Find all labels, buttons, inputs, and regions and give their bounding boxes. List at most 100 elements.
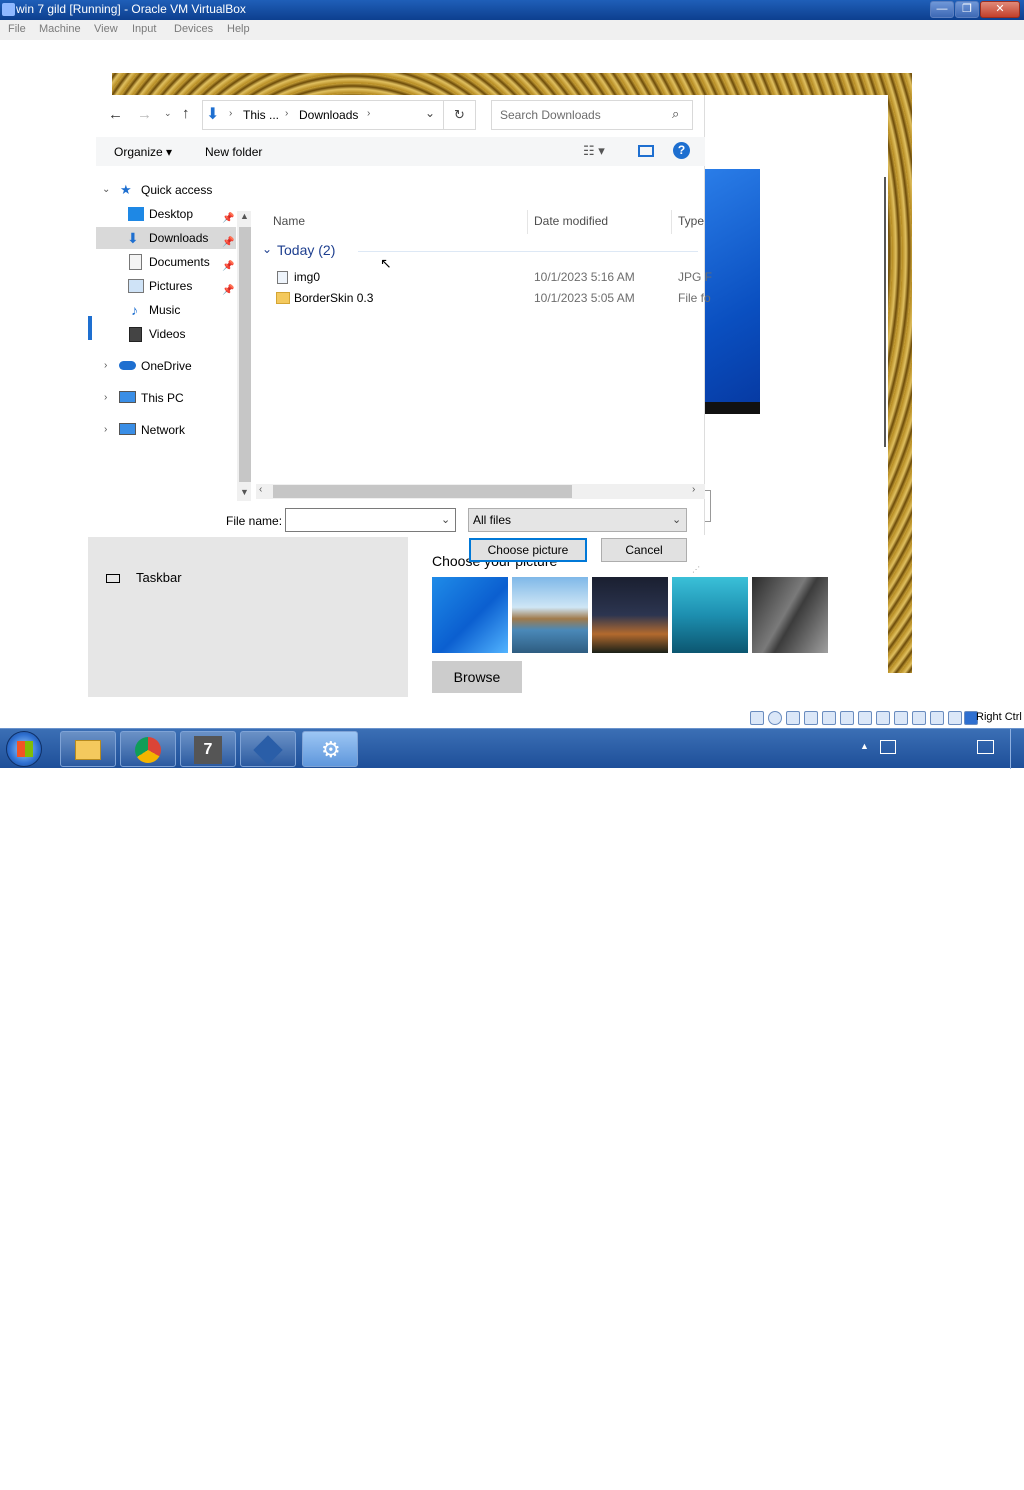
keyboard-icon[interactable] [948, 711, 962, 725]
scroll-right-icon[interactable]: › [692, 484, 695, 495]
nav-desktop[interactable]: Desktop 📌 [96, 203, 236, 225]
menu-input[interactable]: Input [132, 23, 156, 35]
settings-scrollbar[interactable] [884, 177, 886, 447]
restore-button[interactable]: ❐ [955, 1, 979, 18]
nav-vertical-scrollbar[interactable]: ▲ ▼ [237, 211, 251, 501]
menu-view[interactable]: View [94, 23, 118, 35]
menu-machine[interactable]: Machine [39, 23, 81, 35]
usb-icon[interactable] [822, 711, 836, 725]
breadcrumb-downloads[interactable]: Downloads [299, 108, 358, 122]
file-name-input[interactable]: ⌄ [285, 508, 456, 532]
scroll-left-icon[interactable]: ‹ [259, 484, 262, 495]
close-button[interactable]: ✕ [980, 1, 1020, 18]
file-name: BorderSkin 0.3 [294, 291, 374, 305]
clock-date: 10/1/2023 [906, 1475, 960, 1489]
display-icon[interactable] [858, 711, 872, 725]
thumbnail-rock-cliff[interactable] [752, 577, 828, 653]
taskbar-virtualbox[interactable] [240, 731, 296, 767]
optical-drive-icon[interactable] [768, 711, 782, 725]
shared-folders-icon[interactable] [840, 711, 854, 725]
file-type-filter-select[interactable]: All files ⌄ [468, 508, 687, 532]
windows-logo-icon [17, 741, 33, 757]
floppy-icon[interactable] [786, 711, 800, 725]
side-highlight-marker [88, 316, 92, 340]
cancel-button[interactable]: Cancel [601, 538, 687, 562]
tray-clock[interactable]: 5:18 AM 10/1/2023 [898, 1460, 968, 1490]
nav-network[interactable]: › Network [96, 419, 236, 441]
settings-taskbar-item[interactable]: Taskbar [136, 570, 182, 585]
nav-this-pc-label: This PC [141, 391, 184, 405]
nav-this-pc[interactable]: › This PC [96, 387, 236, 409]
thumbnail-beach-rocks[interactable] [512, 577, 588, 653]
horizontal-scroll-thumb[interactable] [273, 485, 572, 498]
thumbnail-underwater-swimmer[interactable] [672, 577, 748, 653]
recording-icon[interactable] [876, 711, 890, 725]
network-tray-icon[interactable] [880, 740, 896, 754]
organize-button[interactable]: Organize ▾ [114, 145, 172, 159]
nav-documents[interactable]: Documents 📌 [96, 251, 236, 273]
file-open-dialog: ← → ⌄ ↑ ⬇ › This ... › Downloads › ⌄ ↻ S… [88, 95, 712, 574]
menu-help[interactable]: Help [227, 23, 250, 35]
mouse-integration-icon[interactable] [930, 711, 944, 725]
browse-button[interactable]: Browse [432, 661, 522, 693]
show-hidden-icons-arrow-icon[interactable]: ▲ [860, 741, 869, 751]
preview-pane-icon[interactable] [638, 145, 654, 157]
taskbar-settings[interactable]: ⚙ [302, 731, 358, 767]
nav-quick-access[interactable]: ⌄ ★ Quick access [96, 179, 236, 201]
thumbnail-windows-blue[interactable] [432, 577, 508, 653]
address-dropdown-icon[interactable]: ⌄ [425, 106, 435, 120]
forward-arrow-icon[interactable]: → [137, 106, 152, 123]
menu-devices[interactable]: Devices [174, 23, 213, 35]
column-name[interactable]: Name [273, 210, 305, 234]
guest-taskbar: 7 ⚙ ▲ 5:18 AM 10/1/2023 [0, 728, 1024, 1489]
thumbnail-night-sky-tent[interactable] [592, 577, 668, 653]
address-bar[interactable]: ⬇ › This ... › Downloads › ⌄ [202, 100, 444, 130]
organize-label: Organize [114, 145, 163, 159]
search-placeholder: Search Downloads [500, 108, 601, 122]
minimize-button[interactable]: — [930, 1, 954, 18]
start-button[interactable] [6, 731, 42, 767]
network-adapter-icon[interactable] [804, 711, 818, 725]
notification-icon[interactable] [977, 740, 994, 754]
nav-videos[interactable]: Videos [96, 323, 236, 345]
scroll-down-icon[interactable]: ▼ [240, 487, 249, 497]
cpu-icon[interactable] [894, 711, 908, 725]
group-header-today[interactable]: ⌄ Today (2) [258, 241, 698, 261]
nav-scroll-thumb[interactable] [239, 227, 251, 482]
file-list-horizontal-scrollbar[interactable]: ‹ › [256, 484, 705, 499]
nav-downloads[interactable]: ⬇ Downloads 📌 [96, 227, 236, 249]
refresh-button[interactable]: ↻ [444, 100, 476, 130]
view-options-icon[interactable]: ☷ ▾ [583, 143, 605, 159]
file-type: JPG F [678, 270, 713, 284]
settings-nav-pane: Taskbar [88, 537, 408, 697]
nav-onedrive[interactable]: › OneDrive [96, 355, 236, 377]
menu-file[interactable]: File [8, 23, 26, 35]
hard-disk-icon[interactable] [750, 711, 764, 725]
back-arrow-icon[interactable]: ← [108, 106, 123, 123]
taskbar-chrome[interactable] [120, 731, 176, 767]
recent-locations-chevron-icon[interactable]: ⌄ [164, 108, 172, 119]
scroll-up-icon[interactable]: ▲ [240, 211, 249, 221]
show-desktop-button[interactable] [1010, 729, 1024, 769]
taskbar-win7-vm[interactable]: 7 [180, 731, 236, 767]
nav-music[interactable]: ♪ Music [96, 299, 236, 321]
column-type[interactable]: Type [678, 210, 704, 234]
resize-grip-icon[interactable]: ⋰ [692, 565, 700, 574]
column-date-modified[interactable]: Date modified [534, 210, 608, 234]
nav-pictures[interactable]: Pictures 📌 [96, 275, 236, 297]
choose-picture-button[interactable]: Choose picture [469, 538, 587, 562]
help-icon[interactable]: ? [673, 142, 690, 159]
chevron-down-icon: ⌄ [102, 184, 111, 195]
chevron-down-icon[interactable]: ⌄ [441, 509, 450, 531]
file-row[interactable]: BorderSkin 0.3 10/1/2023 5:05 AM File fo [258, 288, 711, 308]
taskbar-explorer[interactable] [60, 731, 116, 767]
column-divider [671, 210, 672, 234]
up-arrow-icon[interactable]: ↑ [182, 105, 190, 122]
virtualization-icon[interactable] [912, 711, 926, 725]
new-folder-button[interactable]: New folder [205, 145, 262, 159]
clock-time: 5:18 AM [910, 1460, 956, 1474]
breadcrumb-this-pc[interactable]: This ... [243, 108, 279, 122]
search-input[interactable]: Search Downloads ⌕ [491, 100, 693, 130]
file-row[interactable]: img0 10/1/2023 5:16 AM JPG F [258, 267, 712, 287]
chevron-down-icon: ⌄ [262, 242, 273, 256]
